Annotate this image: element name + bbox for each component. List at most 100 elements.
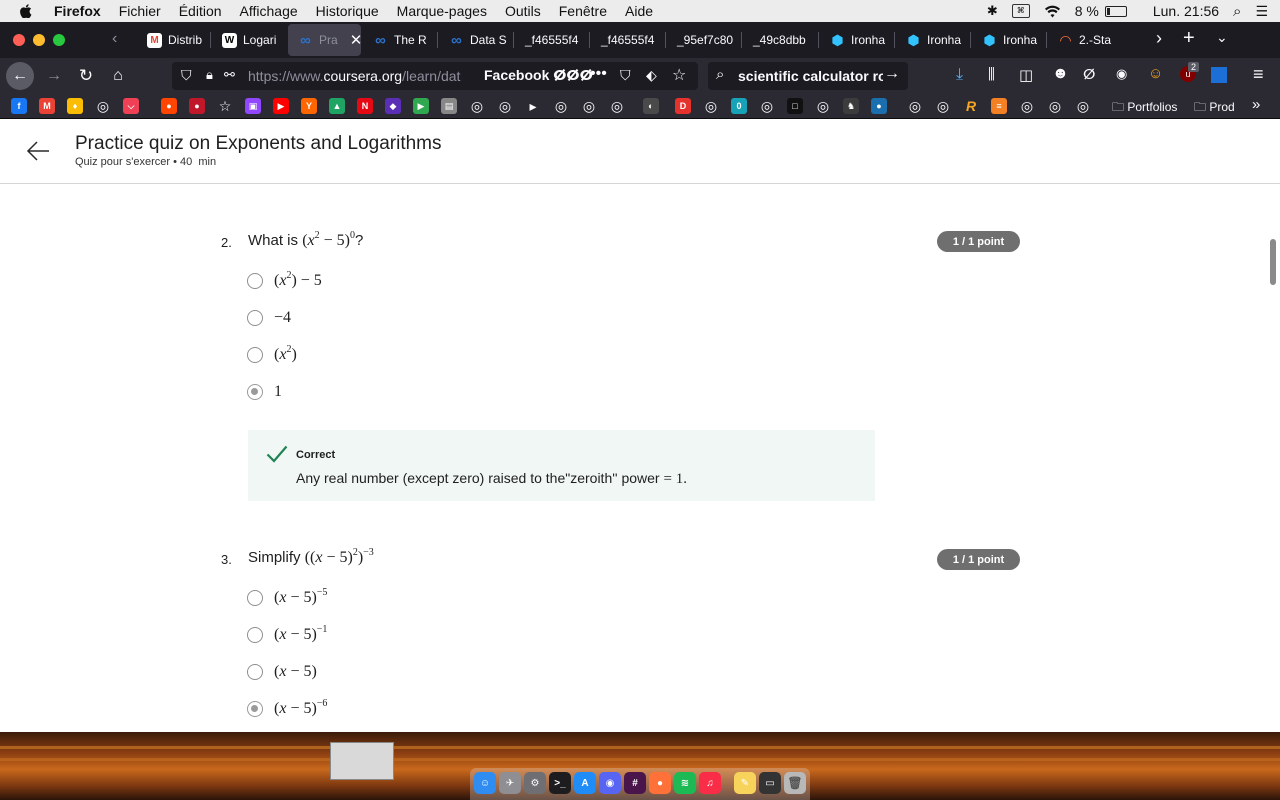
bookmark-globe-icon[interactable]: ◎	[609, 98, 625, 114]
answer-option-selected[interactable]: (x − 5)−6	[247, 699, 327, 719]
sidebar-icon[interactable]: ◫	[1019, 66, 1033, 84]
answer-option[interactable]: (x2) − 5	[247, 271, 322, 291]
bookmark-ycombinator-icon[interactable]: Y	[301, 98, 317, 114]
tab-3[interactable]: ∞ The R	[363, 24, 437, 56]
back-button[interactable]: ←	[6, 62, 34, 90]
firefox-icon[interactable]: ●	[649, 772, 671, 794]
clock[interactable]: Lun. 21:56	[1153, 3, 1219, 19]
shield-icon[interactable]: ⛉	[181, 67, 192, 84]
bookmark-globe-icon[interactable]: ◎	[703, 98, 719, 114]
bookmark-pocket-icon[interactable]: ⌵	[123, 98, 139, 114]
extension-face-icon[interactable]: ☺	[1148, 65, 1163, 82]
menu-historique[interactable]: Historique	[316, 3, 379, 19]
tab-9[interactable]: ⬢ Ironha	[820, 24, 894, 56]
bookmark-codepen-icon[interactable]: 0	[731, 98, 747, 114]
bookmark-drive-icon[interactable]: ▲	[329, 98, 345, 114]
menu-fenetre[interactable]: Fenêtre	[559, 3, 607, 19]
desktop-window-thumbnail[interactable]	[330, 742, 394, 780]
bookmark-steam-icon[interactable]: ●	[871, 98, 887, 114]
radio-button[interactable]	[247, 347, 263, 363]
extension-blue-icon[interactable]	[1211, 67, 1227, 83]
bookmark-globe-icon[interactable]: ◎	[815, 98, 831, 114]
tab-scroll-right-icon[interactable]: ›	[1156, 28, 1162, 49]
page-actions-icon[interactable]: •••	[590, 65, 607, 83]
answer-option[interactable]: (x2)	[247, 345, 297, 365]
tab-4[interactable]: ∞ Data S	[439, 24, 513, 56]
radio-button[interactable]	[247, 590, 263, 606]
bookmark-star-icon[interactable]: ☆	[217, 98, 233, 114]
radio-button[interactable]	[247, 273, 263, 289]
bookmark-globe-icon[interactable]: ◎	[759, 98, 775, 114]
reload-button[interactable]: ↻	[72, 62, 100, 90]
close-window-button[interactable]	[13, 34, 25, 46]
account-icon[interactable]: ☻	[1052, 65, 1069, 83]
music-icon[interactable]: ♫	[699, 772, 721, 794]
tab-2[interactable]: ∞ Pra ✕	[288, 24, 361, 56]
url-bar[interactable]: ⛉ 🔒︎ ⚯ https://www.coursera.org/learn/da…	[172, 62, 698, 90]
bookmark-globe-icon[interactable]: ◎	[1047, 98, 1063, 114]
bookmark-globe-icon[interactable]: ◎	[1019, 98, 1035, 114]
new-tab-button[interactable]: +	[1183, 27, 1195, 50]
bookmark-folder-portfolios[interactable]: 🗀︎ Portfolios	[1112, 98, 1177, 119]
downloads-icon[interactable]: ⤓	[956, 66, 963, 84]
extension-grid-icon[interactable]: ⵁ	[1083, 66, 1095, 83]
bookmark-globe-icon[interactable]: ◎	[497, 98, 513, 114]
answer-option-selected[interactable]: 1	[247, 382, 282, 402]
page-scrollbar-thumb[interactable]	[1270, 239, 1276, 285]
bookmark-codesandbox-icon[interactable]: □	[787, 98, 803, 114]
bookmark-github-icon[interactable]: ◐	[643, 98, 659, 114]
tab-11[interactable]: ⬢ Ironha	[972, 24, 1046, 56]
pocket-icon[interactable]: ⛉	[620, 67, 631, 84]
search-go-icon[interactable]: →	[884, 65, 900, 83]
bookmark-star-icon[interactable]: ☆	[672, 65, 686, 85]
notes-icon[interactable]: ✎	[734, 772, 756, 794]
spotify-icon[interactable]: ≋	[674, 772, 696, 794]
close-tab-icon[interactable]: ✕	[350, 31, 361, 49]
radio-button-checked[interactable]	[247, 384, 263, 400]
tab-scroll-left-icon[interactable]: ‹	[112, 30, 117, 48]
tab-0[interactable]: M Distrib	[137, 24, 210, 56]
bookmark-r-icon[interactable]: R	[963, 98, 979, 114]
tab-5[interactable]: _f46555f4	[515, 24, 589, 56]
tab-10[interactable]: ⬢ Ironha	[896, 24, 970, 56]
more-bookmarks-icon[interactable]: »	[1252, 96, 1260, 113]
appstore-icon[interactable]: A	[574, 772, 596, 794]
search-input[interactable]: scientific calculator ro	[738, 68, 883, 84]
radio-button-checked[interactable]	[247, 701, 263, 717]
bookmark-twitch-icon[interactable]: ▣	[245, 98, 261, 114]
tag-icon[interactable]: ⬖	[646, 67, 657, 84]
tab-8[interactable]: _49c8dbb	[743, 24, 818, 56]
bookmark-window-icon[interactable]: ▤	[441, 98, 457, 114]
bookmark-play-icon[interactable]: ▶	[413, 98, 429, 114]
menu-outils[interactable]: Outils	[505, 3, 541, 19]
finder-icon[interactable]: ☺	[474, 772, 496, 794]
bookmark-keep-icon[interactable]: ♦	[67, 98, 83, 114]
list-all-tabs-icon[interactable]: ⌄	[1216, 29, 1228, 46]
discord-icon[interactable]: ◉	[599, 772, 621, 794]
bookmark-vpn-icon[interactable]: ◆	[385, 98, 401, 114]
bookmark-globe-icon[interactable]: ◎	[95, 98, 111, 114]
bluetooth-icon[interactable]: ✱	[987, 3, 998, 19]
bookmark-gmail-icon[interactable]: M	[39, 98, 55, 114]
bookmark-globe-icon[interactable]: ◎	[553, 98, 569, 114]
bookmark-facebook-icon[interactable]: f	[11, 98, 27, 114]
bookmark-globe-icon[interactable]: ◎	[935, 98, 951, 114]
bookmark-netflix-icon[interactable]: N	[357, 98, 373, 114]
apple-icon[interactable]	[20, 4, 32, 18]
bookmark-d-icon[interactable]: D	[675, 98, 691, 114]
bookmark-globe-icon[interactable]: ◎	[907, 98, 923, 114]
tab-7[interactable]: _95ef7c80	[667, 24, 741, 56]
menu-marque-pages[interactable]: Marque-pages	[397, 3, 487, 19]
search-bar[interactable]: ⌕ scientific calculator ro →	[708, 62, 908, 90]
menu-edition[interactable]: Édition	[179, 3, 222, 19]
zoom-window-button[interactable]	[53, 34, 65, 46]
app-menu-icon[interactable]: ≡	[1253, 64, 1264, 85]
minimize-window-button[interactable]	[33, 34, 45, 46]
back-arrow-icon[interactable]	[26, 141, 50, 161]
radio-button[interactable]	[247, 310, 263, 326]
lock-icon[interactable]: 🔒︎	[206, 67, 213, 83]
bookmark-chess-icon[interactable]: ♞	[843, 98, 859, 114]
bookmark-globe-icon[interactable]: ◎	[581, 98, 597, 114]
terminal-icon[interactable]: >_	[549, 772, 571, 794]
permissions-icon[interactable]: ⚯	[224, 67, 235, 83]
